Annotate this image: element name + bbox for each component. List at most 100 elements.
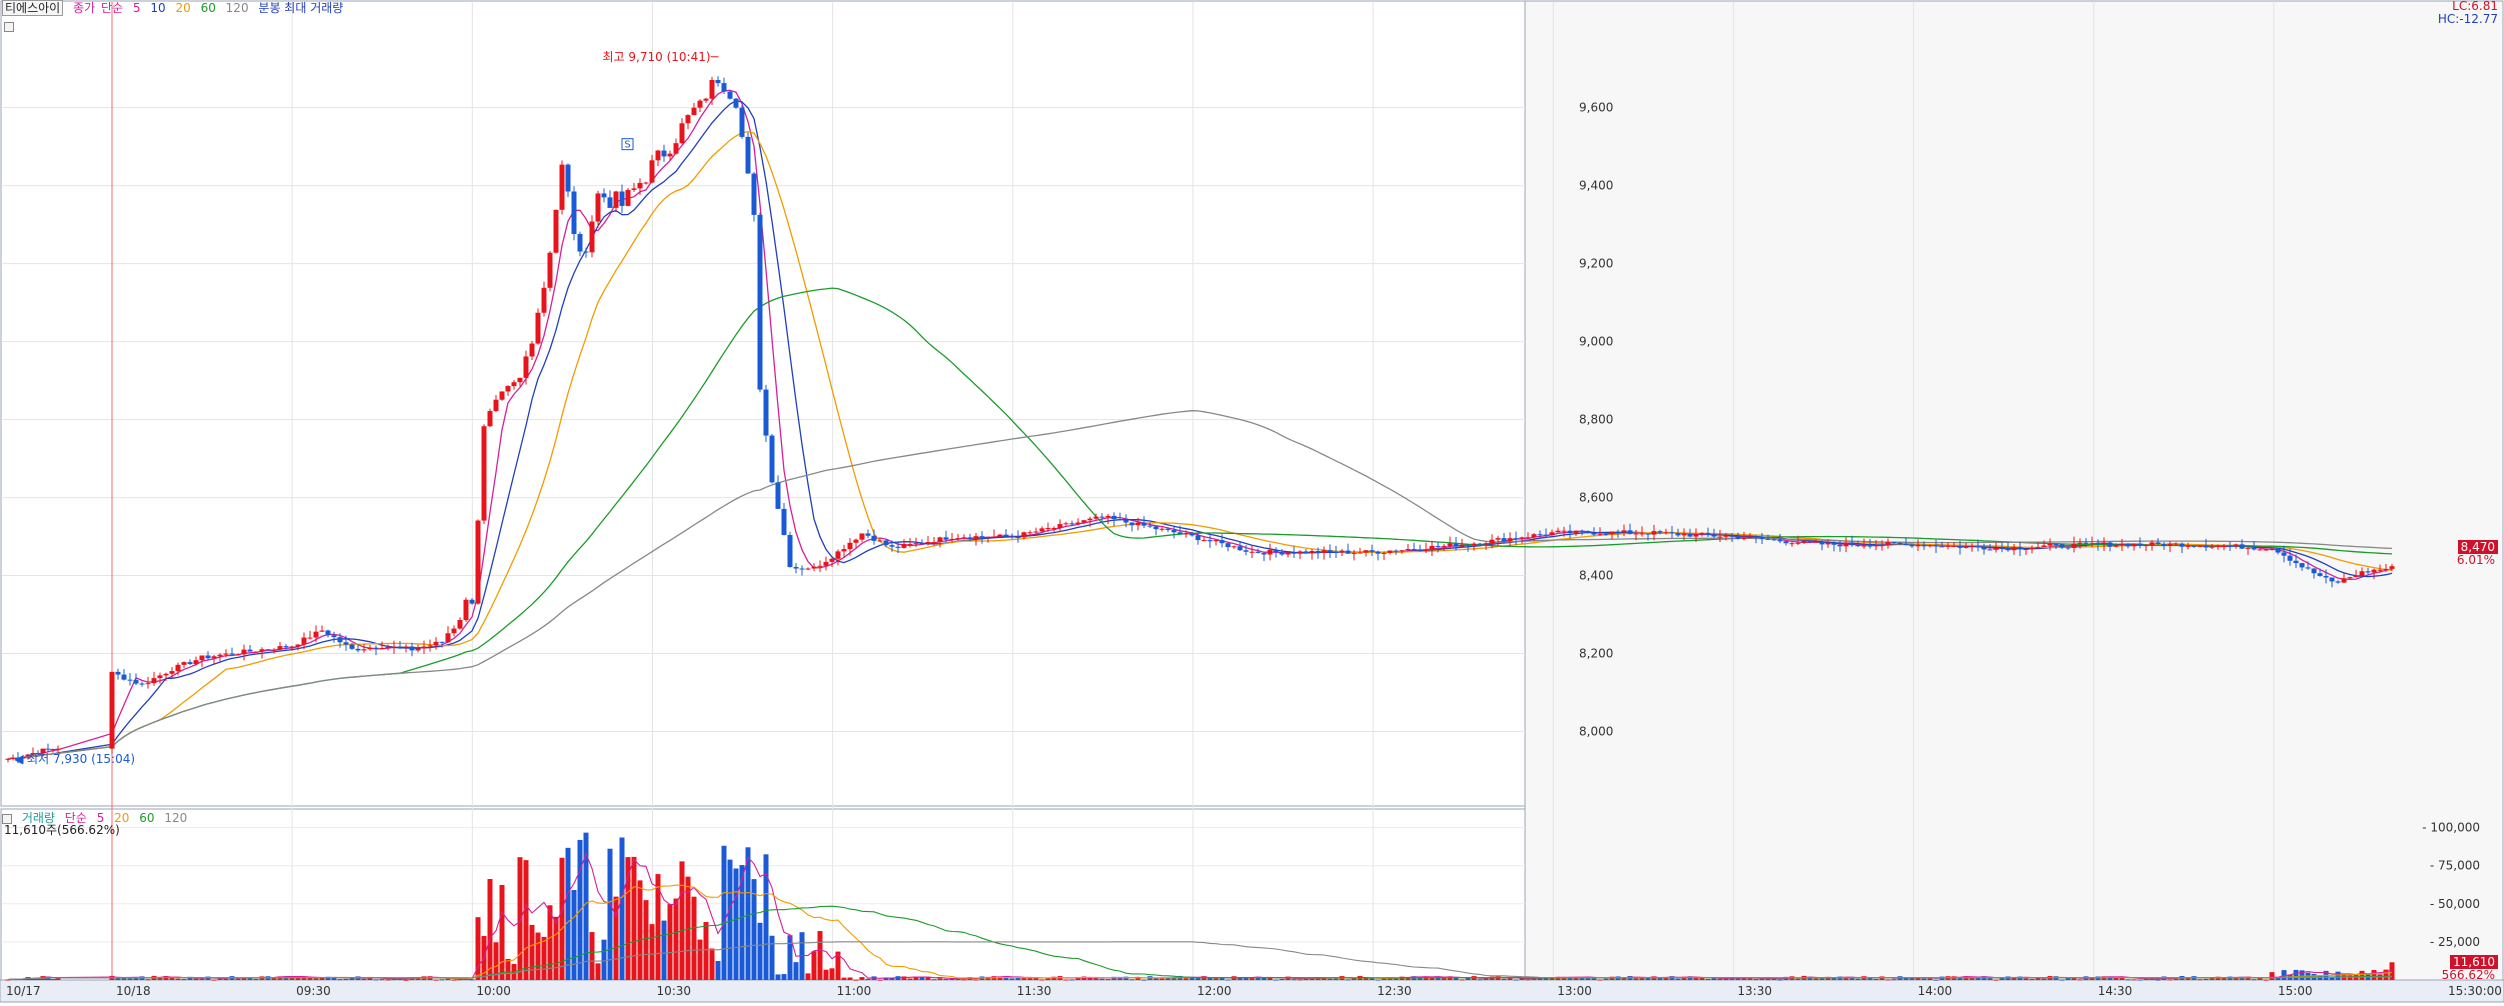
candle-body [997, 534, 1003, 537]
candle-body [1087, 518, 1093, 521]
volume-bar [2203, 978, 2209, 980]
candle-body [1513, 538, 1519, 540]
candle-body [1633, 533, 1639, 535]
candle-body [1075, 522, 1081, 525]
last-volume-pct: 566.62% [2441, 968, 2495, 982]
candle-body [1351, 552, 1357, 554]
candle-body [721, 83, 727, 92]
volume-bar [1039, 979, 1045, 981]
candle-body [1831, 542, 1837, 545]
volume-bar [1273, 979, 1279, 981]
volume-bar [2077, 979, 2083, 981]
volume-bar [1921, 978, 1927, 980]
candle-body [811, 566, 817, 569]
volume-bar [823, 969, 829, 980]
candle-body [1045, 527, 1051, 529]
candle-body [685, 115, 691, 124]
candle-body [733, 98, 739, 108]
candle-body [751, 173, 757, 215]
candle-body [529, 343, 535, 357]
volume-bar [1813, 978, 1819, 980]
candle-body [1543, 534, 1549, 536]
candle-body [289, 646, 295, 648]
candle-body [2365, 571, 2371, 573]
candle-body [451, 628, 457, 634]
volume-bar [1603, 978, 1609, 980]
volume-bar [337, 979, 343, 981]
price-tick-label: 8,600 [1579, 491, 1613, 505]
candle-body [649, 160, 655, 183]
candle-body [1069, 523, 1075, 525]
candle-body [127, 679, 133, 681]
right-axis-strip [1524, 0, 2504, 1003]
candle-body [601, 193, 607, 198]
candle-body [1051, 527, 1057, 529]
candle-body [1429, 545, 1435, 550]
time-tick-label: 10:30 [656, 984, 691, 998]
stock-title[interactable]: 티에스아이 [2, 0, 64, 16]
volume-bar [1999, 978, 2005, 980]
legend-base: 종가 [73, 1, 96, 15]
candle-body [691, 107, 697, 116]
candle-body [931, 542, 937, 544]
volume-bar [2023, 978, 2029, 980]
volume-bar [691, 896, 697, 980]
volume-bar [727, 859, 733, 980]
settings-icon[interactable] [4, 18, 20, 34]
candle-body [2077, 542, 2083, 544]
volume-bar [1141, 979, 1147, 981]
candle-body [151, 678, 157, 684]
volume-bar [2359, 970, 2365, 980]
candle-body [2239, 544, 2245, 549]
candle-body [1135, 522, 1141, 526]
candle-body [1255, 551, 1261, 553]
volume-bar [1513, 979, 1519, 981]
candle-body [1669, 532, 1675, 534]
candle-body [1783, 541, 1789, 544]
candle-body [1453, 543, 1459, 547]
volume-bar [1105, 979, 1111, 981]
volume-bar [733, 868, 739, 980]
candle-body [577, 234, 583, 252]
time-tick-label: 15:00 [2278, 984, 2313, 998]
candle-body [271, 649, 277, 651]
candle-body [1981, 547, 1987, 550]
time-tick-label: 14:30 [2098, 984, 2133, 998]
volume-bar [865, 978, 871, 980]
candle-body [1597, 533, 1603, 535]
candle-body [2179, 543, 2185, 547]
candle-body [1039, 528, 1045, 532]
candle-body [925, 542, 931, 544]
candle-body [2215, 545, 2221, 547]
candle-body [1999, 547, 2005, 549]
candle-body [667, 153, 673, 157]
candle-body [229, 653, 235, 655]
volume-bar [1855, 978, 1861, 980]
chart-canvas[interactable]: 8,000 8,200 8,400 8,600 8,800 9,000 9,200 9,400… [0, 0, 2504, 1003]
volume-bar [2167, 979, 2173, 981]
candle-body [913, 543, 919, 545]
volume-bar [433, 979, 439, 981]
volume-bar [589, 932, 595, 980]
volume-bar [2173, 978, 2179, 980]
volume-bar [1159, 978, 1165, 980]
volume-bar [2029, 978, 2035, 980]
candle-body [1369, 550, 1375, 552]
candle-body [1567, 530, 1573, 534]
volume-bar [499, 884, 505, 980]
volume-bar [1507, 978, 1513, 980]
candle-body [2377, 569, 2383, 571]
volume-bar [649, 924, 655, 980]
candle-body [2041, 545, 2047, 548]
candle-body [1729, 535, 1735, 537]
candle-body [2329, 577, 2335, 582]
candle-body [133, 680, 139, 684]
volume-bar [859, 977, 865, 980]
volume-bar [907, 978, 913, 980]
volume-bar [175, 978, 181, 980]
candle-body [2233, 544, 2239, 547]
candle-body [265, 649, 271, 651]
candle-body [2059, 544, 2065, 548]
candle-body [1357, 552, 1363, 554]
candle-body [1651, 531, 1657, 535]
